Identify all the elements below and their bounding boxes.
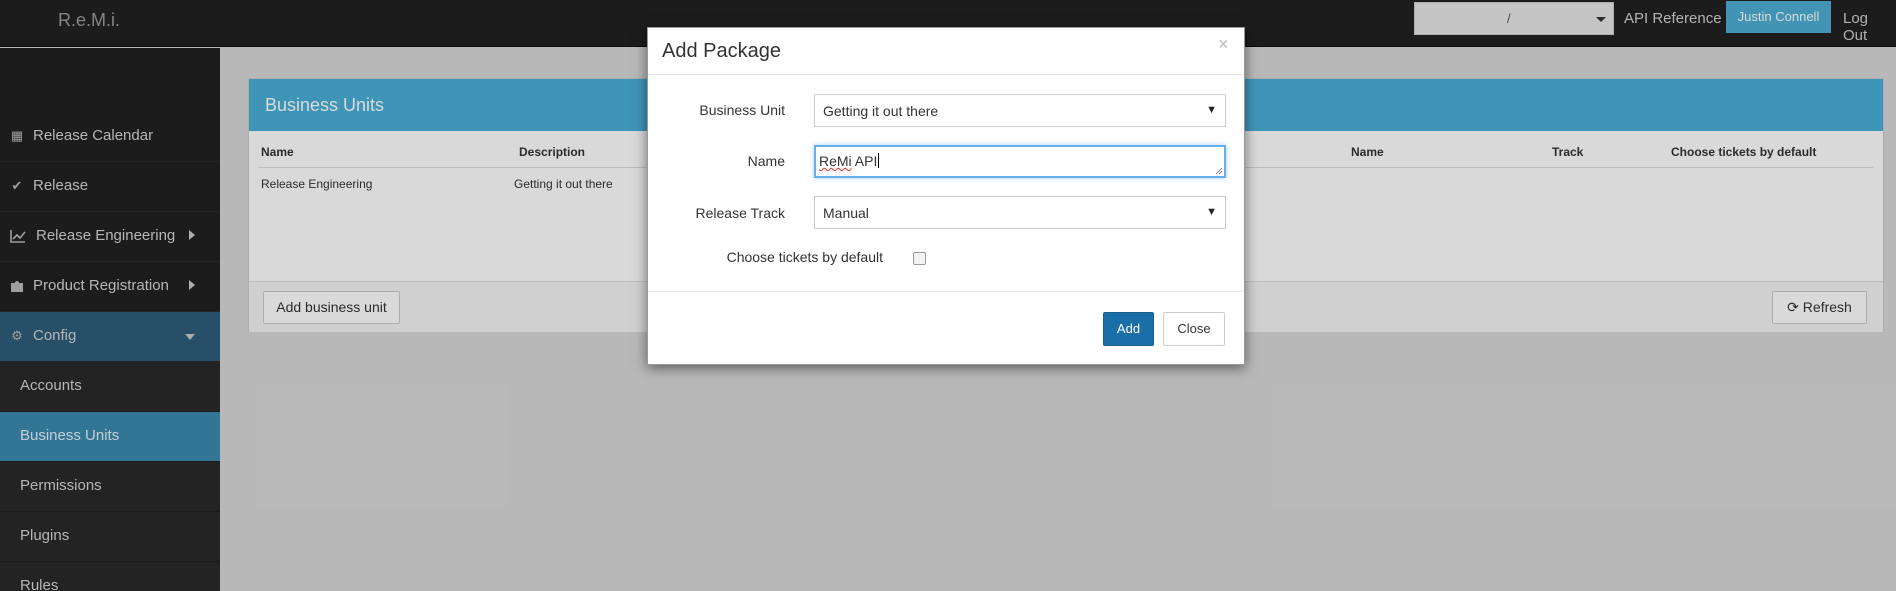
business-unit-label: Business Unit bbox=[699, 102, 785, 118]
close-button[interactable]: Close bbox=[1163, 312, 1225, 346]
release-track-label: Release Track bbox=[695, 205, 785, 221]
name-label: Name bbox=[747, 153, 785, 169]
name-textarea[interactable]: ReMi API bbox=[814, 145, 1226, 178]
dropdown-arrow-icon: ▼ bbox=[1206, 104, 1217, 116]
spellcheck-word: ReMi bbox=[819, 153, 852, 169]
release-track-value: Manual bbox=[823, 205, 869, 221]
close-icon[interactable]: × bbox=[1218, 34, 1229, 55]
choose-tickets-checkbox[interactable] bbox=[913, 252, 926, 265]
modal-header-divider bbox=[648, 74, 1244, 75]
business-unit-select[interactable]: Getting it out there ▼ bbox=[814, 94, 1226, 127]
modal-footer-divider bbox=[648, 291, 1244, 292]
text-cursor bbox=[878, 153, 880, 168]
name-value-rest: API bbox=[851, 153, 878, 169]
add-button[interactable]: Add bbox=[1103, 312, 1154, 346]
dropdown-arrow-icon: ▼ bbox=[1206, 206, 1217, 218]
resize-handle-icon[interactable] bbox=[1215, 167, 1223, 175]
name-value: ReMi API bbox=[819, 153, 880, 169]
modal-title: Add Package bbox=[662, 40, 781, 62]
release-track-select[interactable]: Manual ▼ bbox=[814, 196, 1226, 229]
choose-tickets-label: Choose tickets by default bbox=[726, 249, 883, 265]
add-package-modal: Add Package × Business Unit Getting it o… bbox=[647, 27, 1245, 365]
business-unit-value: Getting it out there bbox=[823, 103, 939, 119]
